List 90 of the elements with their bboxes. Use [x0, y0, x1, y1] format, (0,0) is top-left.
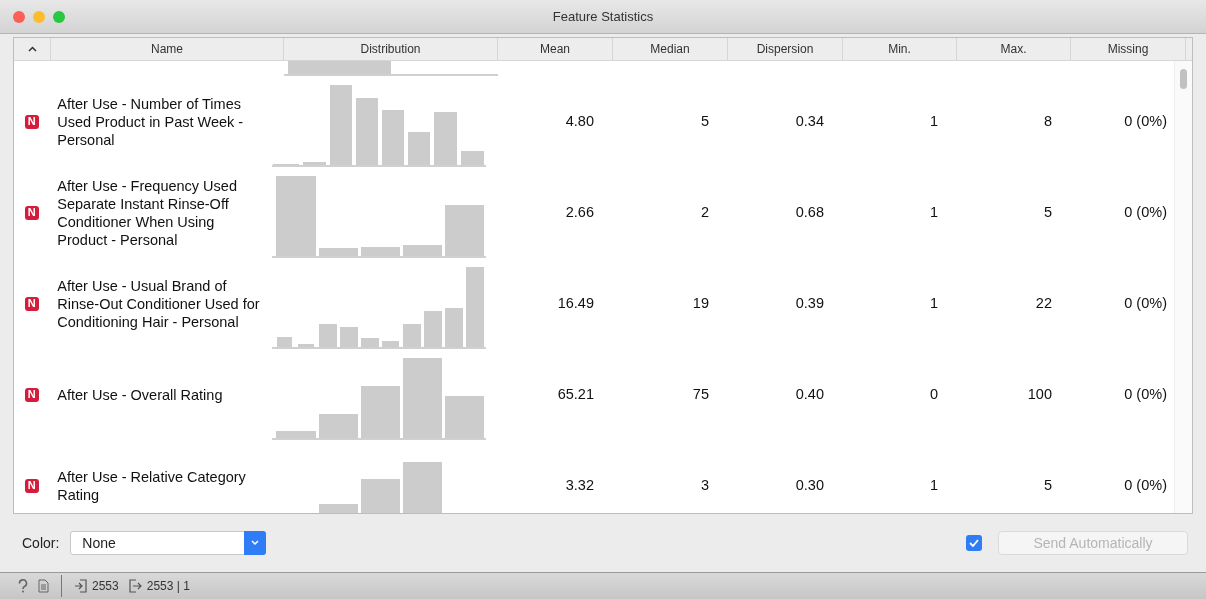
histogram-bar: [408, 132, 430, 165]
table-cell: 5: [1043, 203, 1052, 220]
histogram-bar: [361, 479, 400, 513]
color-label: Color:: [22, 533, 60, 553]
table-cell: 0.39: [795, 294, 824, 311]
table-cell: 100: [1027, 385, 1052, 402]
table-cell: 65.21: [557, 385, 594, 402]
histogram-bar: [461, 151, 484, 165]
input-icon: [74, 579, 87, 593]
numeric-type-badge: N: [24, 478, 39, 493]
chevron-down-icon: [251, 540, 260, 546]
histogram-bar: [382, 341, 399, 347]
feature-name: After Use - Frequency Used Separate Instant Rinse-Off Conditioner When Using Product - Personal: [57, 177, 237, 248]
histogram-bar: [319, 324, 337, 347]
help-icon[interactable]: [18, 579, 28, 593]
zoom-button[interactable]: [53, 10, 65, 23]
feature-name: After Use - Number of Times Used Product in Past Week - Personal: [57, 95, 244, 148]
column-header[interactable]: Distribution: [284, 38, 498, 60]
column-header[interactable]: Median: [613, 38, 728, 60]
table-cell: 4.80: [565, 112, 594, 129]
histogram-bar: [319, 248, 358, 256]
table-cell: 0 (0%): [1124, 294, 1167, 311]
histogram-bar: [298, 344, 314, 347]
output-count: 2553 | 1: [146, 578, 190, 595]
histogram-bar: [319, 414, 358, 438]
histogram-bar: [276, 431, 316, 438]
histogram-bar: [403, 245, 442, 256]
table-cell: 75: [692, 385, 709, 402]
histogram-bar: [361, 386, 400, 438]
table-cell: 0.40: [795, 385, 824, 402]
histogram-bar: [445, 205, 484, 256]
scrollbar-thumb[interactable]: [1180, 69, 1187, 89]
feature-name: After Use - Relative Category Rating: [57, 468, 246, 503]
table-cell: 1: [929, 294, 938, 311]
table-cell: 2.66: [565, 203, 594, 220]
histogram-bar: [382, 110, 404, 165]
table-cell: 0.68: [795, 203, 824, 220]
histogram-bar: [403, 324, 421, 347]
column-header[interactable]: Max.: [957, 38, 1071, 60]
table-cell: 3.32: [565, 476, 594, 493]
feature-name: After Use - Overall Rating: [57, 386, 223, 403]
table-cell: 0.30: [795, 476, 824, 493]
table-cell: 0 (0%): [1124, 112, 1167, 129]
table-cell: 22: [1035, 294, 1052, 311]
histogram-bar: [277, 337, 292, 347]
feature-name: After Use - Usual Brand of Rinse-Out Conditioner Used for Conditioning Hair - Personal: [57, 277, 260, 330]
histogram-bar: [361, 247, 400, 256]
histogram-bar: [303, 162, 326, 165]
histogram-bar: [319, 504, 358, 513]
output-icon: [128, 579, 142, 593]
histogram-bar: [445, 308, 463, 347]
table-cell: 5: [1043, 476, 1052, 493]
table-cell: 2: [700, 203, 709, 220]
column-header[interactable]: Min.: [843, 38, 957, 60]
histogram-bar: [403, 462, 442, 513]
table-cell: 0 (0%): [1124, 385, 1167, 402]
table-cell: 1: [929, 203, 938, 220]
column-header[interactable]: Missing: [1071, 38, 1186, 60]
table-cell: 0 (0%): [1124, 476, 1167, 493]
color-dropdown[interactable]: None: [70, 531, 267, 555]
histogram-bar: [356, 98, 378, 165]
table-cell: 3: [700, 476, 709, 493]
numeric-type-badge: N: [24, 114, 39, 129]
numeric-type-badge: N: [24, 296, 39, 311]
table-cell: 5: [700, 112, 709, 129]
input-count: 2553: [92, 578, 119, 595]
table-cell: 0 (0%): [1124, 203, 1167, 220]
checkbox[interactable]: [966, 535, 982, 551]
column-header[interactable]: Mean: [498, 38, 613, 60]
numeric-type-badge: N: [24, 205, 39, 220]
histogram-bar: [340, 327, 358, 347]
column-header[interactable]: Dispersion: [728, 38, 843, 60]
table-cell: 8: [1043, 112, 1052, 129]
document-icon[interactable]: [38, 579, 49, 593]
table-cell: 19: [692, 294, 709, 311]
table-cell: 1: [929, 112, 938, 129]
checkmark-icon: [969, 539, 979, 547]
histogram-bar: [434, 112, 457, 165]
table-cell: 0: [929, 385, 938, 402]
sort-chevron-icon[interactable]: [27, 46, 37, 52]
histogram-bar: [424, 311, 442, 347]
table-cell: 0.34: [795, 112, 824, 129]
table-cell: 16.49: [557, 294, 594, 311]
histogram-bar: [361, 338, 379, 347]
numeric-type-badge: N: [24, 387, 39, 402]
table-cell: 1: [929, 476, 938, 493]
column-header[interactable]: Name: [51, 38, 284, 60]
histogram-bar: [445, 396, 484, 438]
window-title: Feature Statistics: [552, 7, 654, 26]
close-button[interactable]: [13, 10, 25, 23]
